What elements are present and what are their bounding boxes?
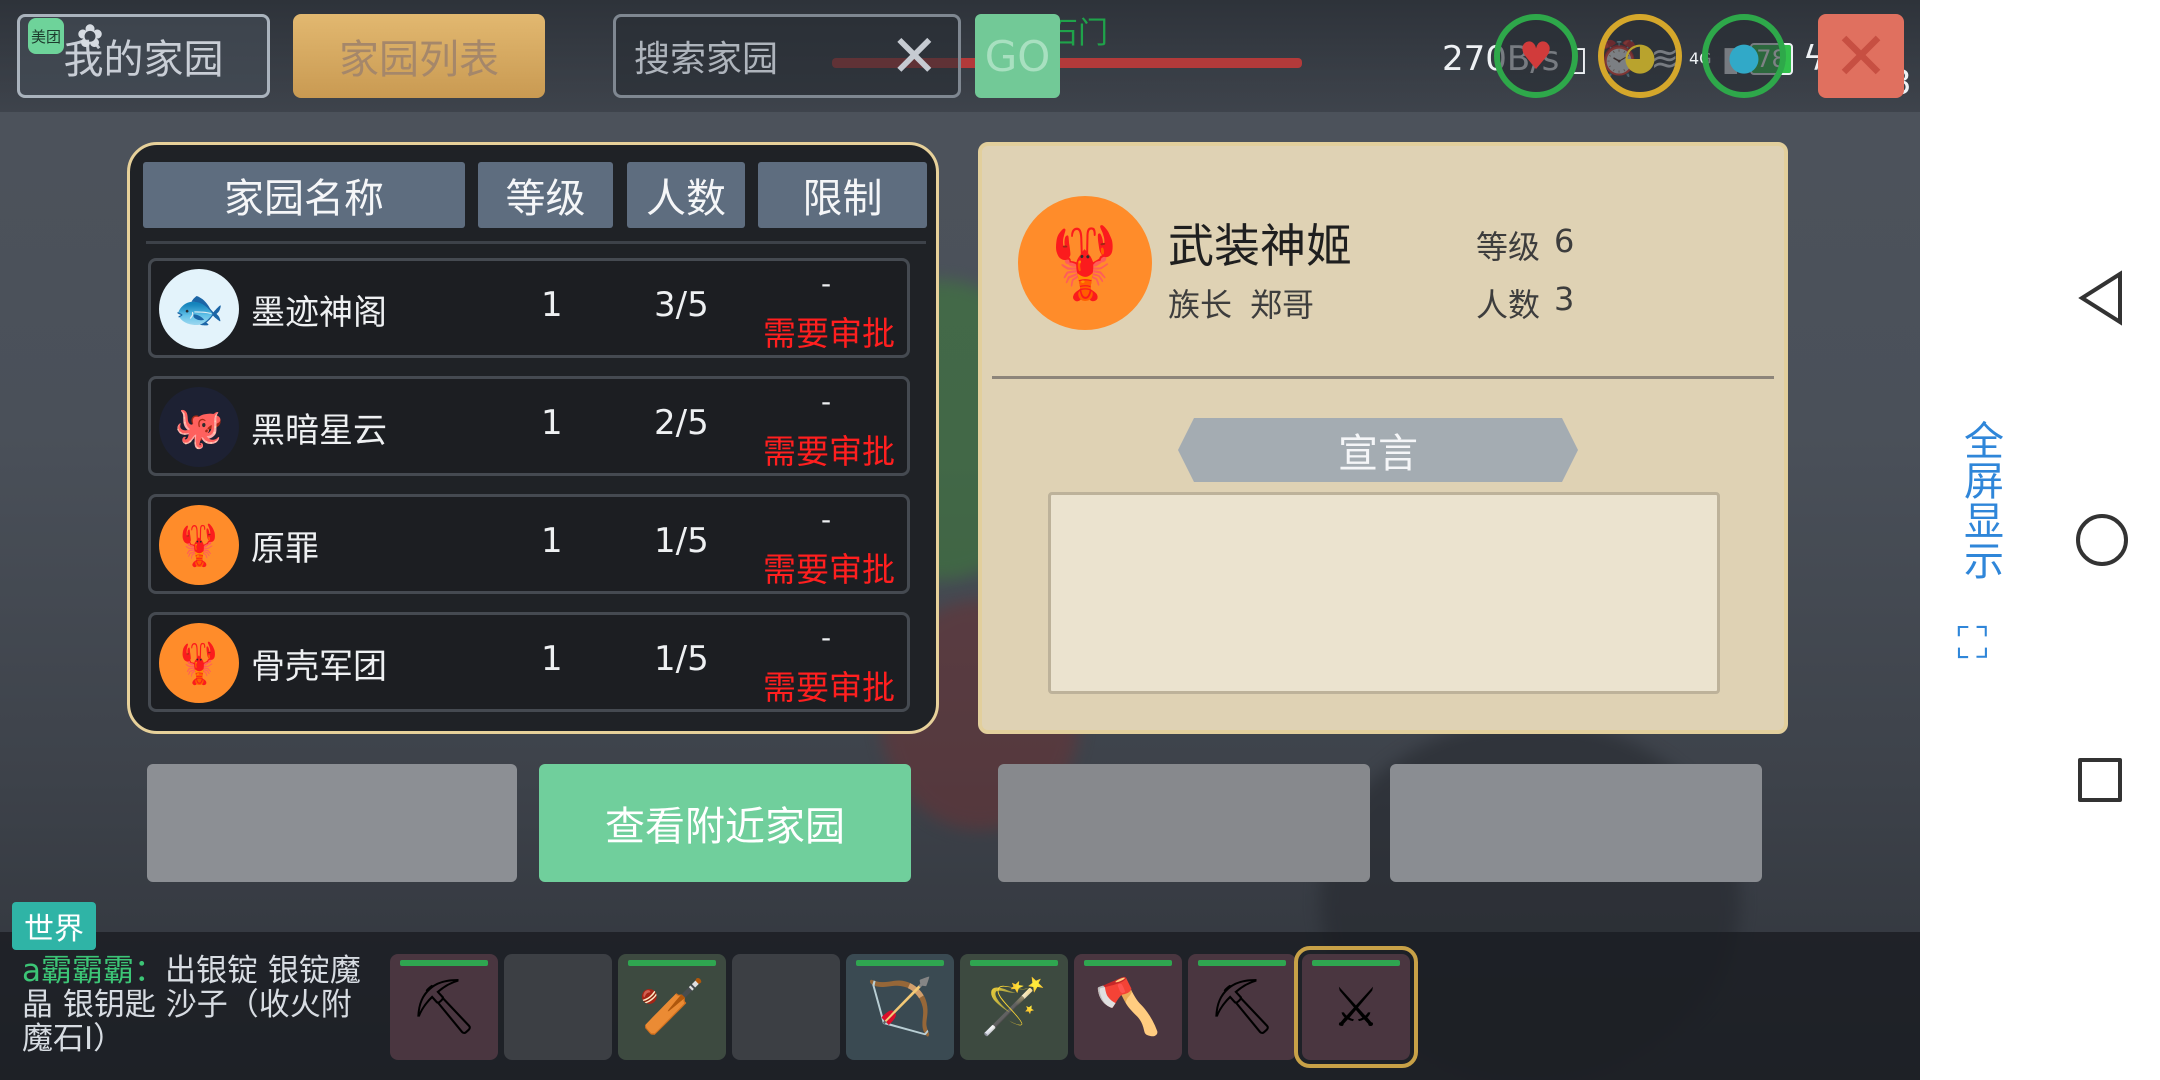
action-button-1[interactable]	[147, 764, 517, 882]
home-limit: 需要审批	[763, 432, 895, 471]
home-name: 骨壳军团	[251, 647, 387, 687]
view-nearby-homes-button[interactable]: 查看附近家园	[539, 764, 911, 882]
hunger-food-icon: ◕	[1598, 14, 1682, 98]
hotbar-slot-bow[interactable]: 🏹	[846, 954, 954, 1060]
chat-box[interactable]: a霸霸霸：出银锭 银锭魔晶 银钥匙 沙子（收火附魔石I）	[22, 954, 370, 1056]
meituan-icon: 美团	[28, 18, 64, 54]
back-icon[interactable]	[2076, 270, 2126, 326]
durability-bar	[400, 960, 488, 966]
hotbar-slot-selected-sword[interactable]: ⚔	[1294, 946, 1418, 1068]
detail-level: 6	[1554, 222, 1575, 260]
hotbar-slot-axe[interactable]: 🪓	[1074, 954, 1182, 1060]
home-limit: 需要审批	[763, 550, 895, 589]
home-name: 黑暗星云	[251, 411, 387, 451]
home-icon[interactable]	[2076, 514, 2128, 566]
search-placeholder: 搜索家园	[634, 39, 779, 80]
clear-search-icon[interactable]: ✕	[890, 26, 939, 86]
hotbar-slot-empty[interactable]	[504, 954, 612, 1060]
durability-bar	[856, 960, 944, 966]
declaration-box	[1048, 492, 1720, 694]
home-limit: 需要审批	[763, 668, 895, 707]
durability-bar	[970, 960, 1058, 966]
header-divider	[146, 241, 926, 244]
chat-sender: a霸霸霸：	[22, 953, 165, 989]
chat-channel-tab[interactable]: 世界	[12, 902, 96, 950]
hotbar-slot-pickaxe-crystal[interactable]: ⛏	[1188, 954, 1296, 1060]
fullscreen-icon[interactable]: ⛶	[1957, 618, 1988, 669]
home-limit: 需要审批	[763, 314, 895, 353]
home-limit-dash: -	[821, 385, 832, 418]
column-header-members: 人数	[627, 162, 745, 228]
bow-icon: 🏹	[866, 975, 934, 1038]
sword-icon: ⚔	[1331, 975, 1381, 1039]
home-list-row[interactable]: 🦞 骨壳军团 1 1/5 - 需要审批	[148, 612, 910, 712]
detail-members: 3	[1554, 280, 1575, 318]
game-viewport: 我的家园 美团 ✿ 家园列表 石门 搜索家园 ✕ GO 270B/s ▯ ⏰ ≋…	[0, 0, 1920, 1080]
durability-bar	[1198, 960, 1286, 966]
home-name: 墨迹神阁	[251, 293, 387, 333]
durability-bar	[1084, 960, 1172, 966]
health-heart-icon: ♥	[1494, 14, 1578, 98]
home-members: 1/5	[654, 521, 709, 561]
detail-members-label: 人数	[1476, 286, 1541, 324]
pickaxe-icon: ⛏	[409, 975, 479, 1038]
detail-level-label: 等级	[1476, 228, 1541, 266]
hotbar-slot-empty[interactable]	[732, 954, 840, 1060]
durability-bar	[1312, 960, 1400, 966]
tab-home-list[interactable]: 家园列表	[293, 14, 545, 98]
durability-bar	[628, 960, 716, 966]
home-level: 1	[541, 285, 563, 325]
home-limit-dash: -	[821, 267, 832, 300]
home-list-row[interactable]: 🐟 墨迹神阁 1 3/5 - 需要审批	[148, 258, 910, 358]
axe-icon: 🪓	[1094, 975, 1162, 1038]
column-header-name: 家园名称	[143, 162, 465, 228]
top-bar: 我的家园 美团 ✿ 家园列表 石门 搜索家园 ✕ GO 270B/s ▯ ⏰ ≋…	[0, 0, 1920, 112]
hotbar-slot-pickaxe[interactable]: ⛏	[390, 954, 498, 1060]
home-name: 原罪	[251, 529, 319, 569]
action-button-4[interactable]	[1390, 764, 1762, 882]
home-list-row[interactable]: 🦞 原罪 1 1/5 - 需要审批	[148, 494, 910, 594]
home-members: 1/5	[654, 639, 709, 679]
detail-leader-label: 族长	[1168, 286, 1233, 324]
home-limit-dash: -	[821, 503, 832, 536]
home-level: 1	[541, 403, 563, 443]
wechat-icon: ✿	[76, 17, 104, 55]
fish-icon: 🐟	[159, 269, 239, 349]
recents-icon[interactable]	[2078, 758, 2122, 802]
home-detail-panel: 🦞 武装神姬 族长 郑哥 等级 6 人数 3 宣言	[978, 142, 1788, 734]
staff-icon: 🪄	[980, 975, 1048, 1038]
column-header-limit: 限制	[758, 162, 927, 228]
home-list-row[interactable]: 🐙 黑暗星云 1 2/5 - 需要审批	[148, 376, 910, 476]
home-members: 2/5	[654, 403, 709, 443]
club-icon: 🏏	[638, 975, 706, 1038]
close-button[interactable]: ✕	[1818, 14, 1904, 98]
home-limit-dash: -	[821, 621, 832, 654]
action-button-3[interactable]	[998, 764, 1370, 882]
home-list-panel: 家园名称 等级 人数 限制 🐟 墨迹神阁 1 3/5 - 需要审批 🐙 黑暗星云…	[127, 142, 939, 734]
hotbar-slot-staff[interactable]: 🪄	[960, 954, 1068, 1060]
pickaxe-icon: ⛏	[1207, 975, 1277, 1038]
notification-icons: 美团 ✿	[28, 17, 108, 55]
lobster-icon: 🦞	[159, 505, 239, 585]
column-header-level: 等级	[478, 162, 613, 228]
detail-divider	[992, 376, 1774, 379]
hotbar-slot-club[interactable]: 🏏	[618, 954, 726, 1060]
home-level: 1	[541, 639, 563, 679]
lobster-icon: 🦞	[1018, 196, 1152, 330]
home-members: 3/5	[654, 285, 709, 325]
go-button[interactable]: GO	[975, 14, 1060, 98]
declaration-title: 宣言	[1178, 418, 1578, 482]
home-level: 1	[541, 521, 563, 561]
octopus-icon: 🐙	[159, 387, 239, 467]
detail-home-name: 武装神姬	[1168, 219, 1352, 273]
lobster-icon: 🦞	[159, 623, 239, 703]
detail-leader: 郑哥	[1250, 286, 1315, 324]
thirst-water-icon: ●	[1702, 14, 1786, 98]
